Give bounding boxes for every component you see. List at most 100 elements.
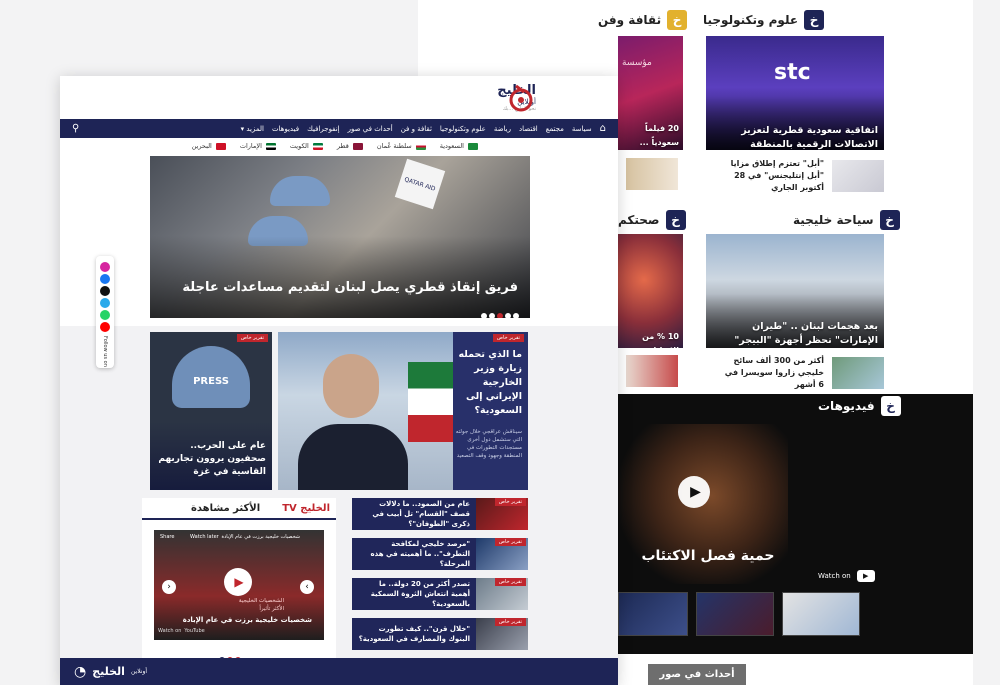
share-button[interactable]: Share: [160, 534, 174, 540]
slider-dot[interactable]: [513, 313, 519, 318]
watch-later-button[interactable]: Watch later: [190, 534, 219, 540]
country-uae[interactable]: الإمارات: [240, 142, 276, 150]
nav-item-politics[interactable]: سياسة: [572, 125, 592, 133]
videos-section: خ فيديوهات ▶ حمية فصل الاكتئاب Watch on …: [618, 394, 973, 654]
country-kuwait[interactable]: الكويت: [290, 142, 323, 150]
news-thumbnail: تقرير خاص: [476, 618, 528, 650]
news-thumbnail: تقرير خاص: [476, 538, 528, 570]
slider-dot[interactable]: [505, 313, 511, 318]
hero-caption: فريق إنقاذ قطري يصل لبنان لتقديم مساعدات…: [182, 280, 518, 295]
slider-dot[interactable]: [481, 313, 487, 318]
nav-item-culture[interactable]: ثقافة و فن: [401, 125, 432, 133]
hero-slider-dots[interactable]: [480, 304, 520, 318]
press-helmet: PRESS: [172, 346, 250, 408]
main-navbar: ⌂ سياسة مجتمع اقتصاد رياضة علوم وتكنولوج…: [60, 119, 618, 138]
health-main-image[interactable]: 10 % من الإصابات: [618, 234, 683, 348]
x-icon[interactable]: [100, 286, 110, 296]
side-news-item[interactable]: تقرير خاص "مرصد خليجي لمكافحة التطرف".. …: [352, 538, 528, 570]
culture-thumbnail[interactable]: [626, 158, 678, 190]
facebook-icon[interactable]: [100, 274, 110, 284]
instagram-icon[interactable]: [100, 262, 110, 272]
search-icon[interactable]: ⚲: [72, 123, 79, 134]
section-title-photos[interactable]: أحداث في صور: [648, 664, 746, 685]
section-title-science[interactable]: خ علوم وتكنولوجيا: [703, 10, 825, 30]
report-desc: سيناقش عراقجي خلال جولته التي ستشمل دول …: [455, 429, 522, 459]
tab-most-viewed[interactable]: الأكثر مشاهدة: [191, 503, 260, 514]
culture-main-image[interactable]: مؤسسة 20 فيلماً سعودياً ... ديسمبر: [618, 36, 683, 150]
report-title: ما الذي تحمله زيارة وزير الخارجية الإيرا…: [458, 349, 522, 416]
youtube-icon[interactable]: [100, 322, 110, 332]
flag-icon: [352, 142, 363, 150]
whatsapp-icon[interactable]: [100, 310, 110, 320]
video-thumb-1[interactable]: [618, 592, 688, 636]
logo-mark-icon: ◔: [74, 663, 87, 680]
watch-on-youtube[interactable]: Watch on ▶: [818, 570, 875, 582]
side-news-item[interactable]: تقرير خاص عام من الصمود.. ما دلالات قصف …: [352, 498, 528, 530]
science-news-item[interactable]: "أبل" تعتزم إطلاق مزايا "أبل إنتليجنس" ف…: [718, 158, 884, 194]
nav-item-photos[interactable]: أحداث في صور: [348, 125, 393, 133]
news-thumbnail: تقرير خاص: [476, 578, 528, 610]
tourism-main-caption: بعد هجمات لبنان .. "طيران الإمارات" تحظر…: [734, 321, 878, 346]
side-news-item[interactable]: تقرير خاص "خلال قرن".. كيف تطورت البنوك …: [352, 618, 528, 650]
play-icon: ▶: [690, 484, 701, 500]
follow-us-label: Follow us on: [102, 336, 108, 367]
section-title-tourism[interactable]: خ سياحة خليجية: [793, 210, 900, 230]
video-play-button[interactable]: ▶: [678, 476, 710, 508]
brand-logo-icon: خ: [667, 10, 688, 30]
nav-item-economy[interactable]: اقتصاد: [519, 125, 538, 133]
tv-play-button[interactable]: ▶: [224, 568, 252, 596]
nav-item-science[interactable]: علوم وتكنولوجيا: [440, 125, 486, 133]
home-icon[interactable]: ⌂: [600, 123, 606, 134]
country-bahrain[interactable]: البحرين: [192, 142, 226, 150]
flag-icon: [312, 142, 323, 150]
nav-item-society[interactable]: مجتمع: [546, 125, 564, 133]
country-qatar[interactable]: قطر: [337, 142, 363, 150]
flag-icon: [468, 142, 478, 150]
video-thumb-2[interactable]: [696, 592, 774, 636]
brand-logo-icon: خ: [665, 210, 686, 230]
tourism-main-image[interactable]: بعد هجمات لبنان .. "طيران الإمارات" تحظر…: [706, 234, 884, 348]
tourism-news-item[interactable]: أكثر من 300 ألف سائح خليجي زاروا سويسرا …: [718, 355, 884, 391]
health-thumbnail[interactable]: [626, 355, 678, 387]
news-thumbnail: [832, 160, 884, 192]
nav-item-sports[interactable]: رياضة: [494, 125, 511, 133]
press-title: عام على الحرب.. صحفيون يروون تجاربهم الق…: [158, 441, 266, 477]
side-news-item[interactable]: تقرير خاص تصدر أكثر من 20 دولة.. ما أهمي…: [352, 578, 528, 610]
telegram-icon[interactable]: [100, 298, 110, 308]
science-main-image[interactable]: stc اتفاقية سعودية قطرية لتعزيز الاتصالا…: [706, 36, 884, 150]
science-main-caption: اتفاقية سعودية قطرية لتعزيز الاتصالات ال…: [741, 125, 878, 150]
tv-next-arrow[interactable]: ›: [300, 580, 314, 594]
section-title-culture[interactable]: خ ثقافة وفن: [598, 10, 688, 30]
footer-logo[interactable]: الخليج: [92, 665, 125, 678]
nav-item-videos[interactable]: فيديوهات: [272, 125, 299, 133]
flag-shape: [408, 362, 453, 442]
tv-video-player[interactable]: شخصيات خليجية برزت في عام الإبادة Watch …: [154, 530, 324, 640]
hero-image[interactable]: QATAR AID فريق إنقاذ قطري يصل لبنان لتقد…: [150, 156, 530, 318]
helmet-shape: [270, 176, 330, 206]
section-title-videos[interactable]: خ فيديوهات: [818, 396, 901, 416]
slider-dot[interactable]: [489, 313, 495, 318]
play-icon: ▶: [234, 575, 244, 589]
section-title-health[interactable]: خ صحتكم: [618, 210, 686, 230]
report-card[interactable]: تقرير خاص ما الذي تحمله زيارة وزير الخار…: [278, 332, 528, 490]
brand-logo-icon: خ: [879, 210, 900, 230]
flag-icon: [215, 142, 226, 150]
nav-item-more[interactable]: المزيد ▾: [241, 125, 264, 133]
press-card[interactable]: PRESS تقرير خاص عام على الحرب.. صحفيون ي…: [150, 332, 272, 490]
brand-logo-icon: خ: [804, 10, 825, 30]
tv-prev-arrow[interactable]: ‹: [162, 580, 176, 594]
qatar-aid-box: QATAR AID: [394, 158, 446, 210]
health-main-caption: 10 % من الإصابات: [642, 332, 679, 348]
tab-gulf-tv[interactable]: الخليج TV: [282, 503, 330, 514]
country-saudi[interactable]: السعودية: [440, 142, 478, 150]
nav-item-infographic[interactable]: إنفوجرافيك: [307, 125, 340, 133]
flag-icon: [415, 142, 426, 150]
video-caption: حمية فصل الاكتئاب: [641, 548, 775, 564]
country-oman[interactable]: سلطنة عُمان: [377, 142, 426, 150]
news-thumbnail: تقرير خاص: [476, 498, 528, 530]
video-thumb-3[interactable]: [782, 592, 860, 636]
report-tag: تقرير خاص: [492, 334, 524, 342]
press-tag: تقرير خاص: [236, 334, 268, 342]
suit-shape: [298, 424, 408, 490]
slider-dot-active[interactable]: [497, 313, 503, 318]
